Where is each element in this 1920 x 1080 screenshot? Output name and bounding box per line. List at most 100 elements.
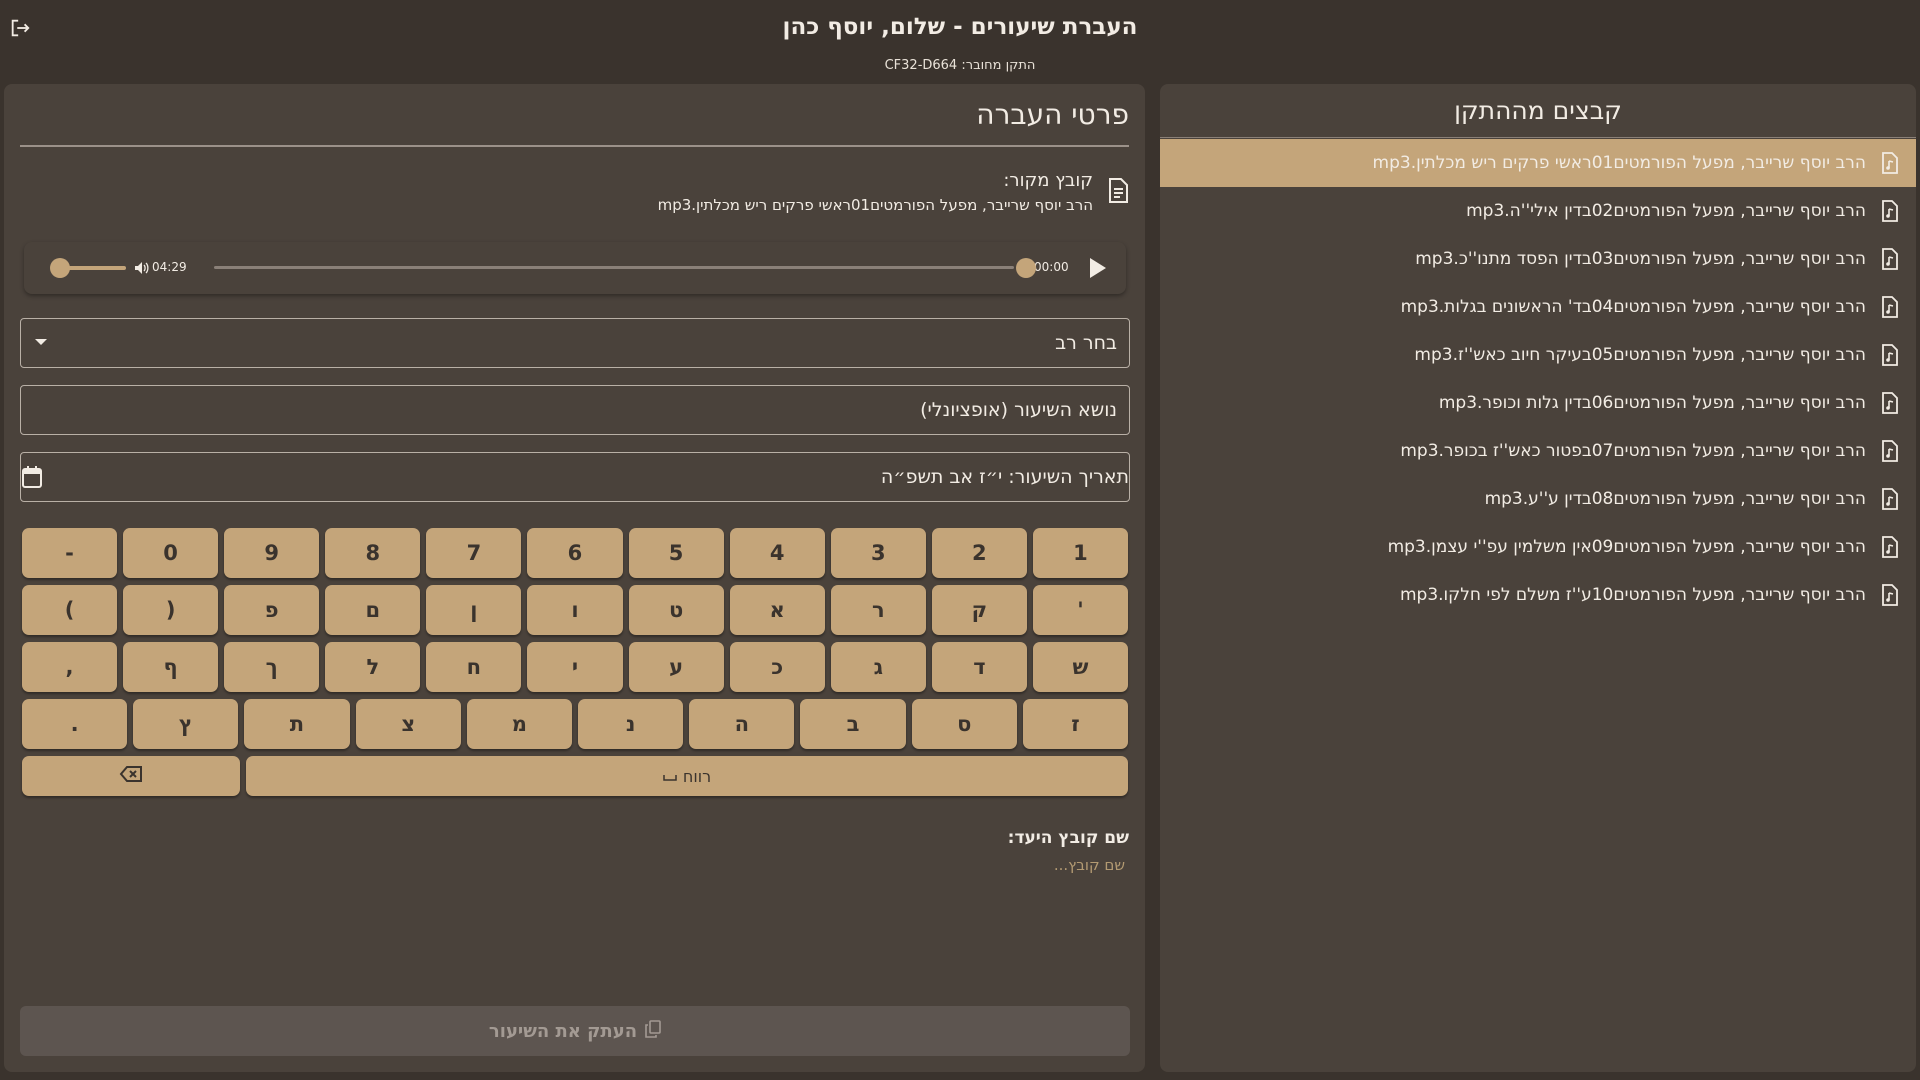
key[interactable]: 0 xyxy=(123,528,219,578)
key[interactable]: ' xyxy=(1032,585,1128,635)
key[interactable]: , xyxy=(21,642,118,692)
keyboard-row-5: רווח xyxy=(22,756,1128,806)
key[interactable]: ל xyxy=(325,642,421,692)
source-file-name: הרב יוסף שרייבר, מפעל הפורמטים01ראשי פרק… xyxy=(657,196,1093,214)
file-name: הרב יוסף שרייבר, מפעל הפורמטים09אין משלמ… xyxy=(1387,537,1866,557)
key[interactable]: ר xyxy=(830,585,926,635)
audio-player: 00:00 04:29 xyxy=(24,242,1126,294)
key[interactable]: . xyxy=(21,699,128,749)
key[interactable]: א xyxy=(729,585,825,635)
key[interactable]: ה xyxy=(689,699,795,749)
key[interactable]: 8 xyxy=(325,528,421,578)
date-field-text: תאריך השיעור: י״ז אב תשפ״ה xyxy=(880,466,1129,488)
key[interactable]: ) xyxy=(21,585,118,635)
play-icon[interactable] xyxy=(1086,256,1108,280)
key[interactable]: מ xyxy=(466,699,572,749)
key[interactable]: 7 xyxy=(426,528,522,578)
file-item[interactable]: הרב יוסף שרייבר, מפעל הפורמטים01ראשי פרק… xyxy=(1160,139,1916,187)
key[interactable]: ך xyxy=(224,642,320,692)
key[interactable]: 6 xyxy=(527,528,623,578)
key[interactable]: - xyxy=(21,528,118,578)
key[interactable]: ד xyxy=(931,642,1027,692)
key[interactable]: ש xyxy=(1032,642,1128,692)
key[interactable]: ן xyxy=(426,585,522,635)
copy-lesson-button[interactable]: העתק את השיעור xyxy=(20,1006,1130,1056)
calendar-icon[interactable] xyxy=(21,465,43,489)
audio-file-icon xyxy=(1880,152,1900,174)
file-name: הרב יוסף שרייבר, מפעל הפורמטים01ראשי פרק… xyxy=(1372,153,1866,173)
backspace-key[interactable] xyxy=(22,756,240,796)
duration-time: 04:29 xyxy=(152,260,187,274)
space-icon xyxy=(663,767,677,786)
audio-file-icon xyxy=(1880,248,1900,270)
file-name: הרב יוסף שרייבר, מפעל הפורמטים05בעיקר חי… xyxy=(1414,345,1866,365)
date-field[interactable]: תאריך השיעור: י״ז אב תשפ״ה xyxy=(20,452,1130,502)
device-files-panel: קבצים מההתקן הרב יוסף שרייבר, מפעל הפורמ… xyxy=(1160,84,1916,1072)
key[interactable]: ב xyxy=(800,699,906,749)
file-name: הרב יוסף שרייבר, מפעל הפורמטים07בפטור כא… xyxy=(1400,441,1866,461)
keyboard-row-4: ז ס ב ה נ מ צ ת ץ . xyxy=(21,699,1128,749)
key[interactable]: ט xyxy=(628,585,724,635)
seek-handle[interactable] xyxy=(1016,258,1036,278)
backspace-icon xyxy=(119,764,143,788)
rabbi-select[interactable]: בחר רב xyxy=(20,318,1130,368)
transfer-details-title: פרטי העברה xyxy=(976,98,1129,131)
volume-handle[interactable] xyxy=(50,258,70,278)
key[interactable]: ע xyxy=(628,642,724,692)
key[interactable]: נ xyxy=(577,699,684,749)
volume-icon[interactable] xyxy=(134,260,150,276)
audio-file-icon xyxy=(1880,200,1900,222)
file-item[interactable]: הרב יוסף שרייבר, מפעל הפורמטים05בעיקר חי… xyxy=(1160,331,1916,379)
topic-input[interactable]: נושא השיעור (אופציונלי) xyxy=(20,385,1130,435)
seek-slider[interactable] xyxy=(214,266,1014,269)
key[interactable]: ז xyxy=(1022,699,1128,749)
title-divider xyxy=(20,145,1129,147)
key[interactable]: ס xyxy=(911,699,1017,749)
audio-file-icon xyxy=(1880,440,1900,462)
rabbi-select-value: בחר רב xyxy=(1055,332,1117,354)
file-item[interactable]: הרב יוסף שרייבר, מפעל הפורמטים02בדין איל… xyxy=(1160,187,1916,235)
key[interactable]: ( xyxy=(123,585,219,635)
audio-file-icon xyxy=(1880,536,1900,558)
file-item[interactable]: הרב יוסף שרייבר, מפעל הפורמטים06בדין גלו… xyxy=(1160,379,1916,427)
file-item[interactable]: הרב יוסף שרייבר, מפעל הפורמטים04בד' הראש… xyxy=(1160,283,1916,331)
file-item[interactable]: הרב יוסף שרייבר, מפעל הפורמטים08בדין ע''… xyxy=(1160,475,1916,523)
audio-file-icon xyxy=(1880,488,1900,510)
key[interactable]: 5 xyxy=(628,528,724,578)
document-icon xyxy=(1107,178,1129,204)
transfer-details-panel: פרטי העברה קובץ מקור: הרב יוסף שרייבר, מ… xyxy=(4,84,1145,1072)
key[interactable]: ץ xyxy=(133,699,239,749)
current-time: 00:00 xyxy=(1034,260,1069,274)
key[interactable]: 2 xyxy=(931,528,1027,578)
keyboard-row-1: 1 2 3 4 5 6 7 8 9 0 - xyxy=(21,528,1128,578)
file-item[interactable]: הרב יוסף שרייבר, מפעל הפורמטים07בפטור כא… xyxy=(1160,427,1916,475)
key[interactable]: 1 xyxy=(1032,528,1128,578)
key[interactable]: ף xyxy=(123,642,219,692)
file-name: הרב יוסף שרייבר, מפעל הפורמטים03בדין הפס… xyxy=(1415,249,1866,269)
key[interactable]: י xyxy=(527,642,623,692)
app-header: העברת שיעורים - שלום, יוסף כהן התקן מחוב… xyxy=(0,0,1920,84)
key[interactable]: פ xyxy=(224,585,320,635)
key[interactable]: ם xyxy=(325,585,421,635)
file-item[interactable]: הרב יוסף שרייבר, מפעל הפורמטים03בדין הפס… xyxy=(1160,235,1916,283)
key[interactable]: 3 xyxy=(830,528,926,578)
file-item[interactable]: הרב יוסף שרייבר, מפעל הפורמטים09אין משלמ… xyxy=(1160,523,1916,571)
space-key[interactable]: רווח xyxy=(246,756,1128,796)
key[interactable]: צ xyxy=(355,699,461,749)
key[interactable]: ח xyxy=(426,642,522,692)
audio-file-icon xyxy=(1880,392,1900,414)
key[interactable]: 4 xyxy=(729,528,825,578)
target-file-input[interactable] xyxy=(525,854,1125,876)
files-divider xyxy=(1160,137,1916,138)
file-item[interactable]: הרב יוסף שרייבר, מפעל הפורמטים10ע''ז משל… xyxy=(1160,571,1916,619)
key[interactable]: כ xyxy=(729,642,825,692)
audio-file-icon xyxy=(1880,584,1900,606)
key[interactable]: ת xyxy=(244,699,350,749)
key[interactable]: ו xyxy=(527,585,623,635)
page-title: העברת שיעורים - שלום, יוסף כהן xyxy=(782,14,1138,40)
key[interactable]: 9 xyxy=(224,528,320,578)
key[interactable]: ק xyxy=(931,585,1027,635)
key[interactable]: ג xyxy=(830,642,926,692)
copy-button-label: העתק את השיעור xyxy=(488,1020,638,1042)
file-name: הרב יוסף שרייבר, מפעל הפורמטים06בדין גלו… xyxy=(1438,393,1866,413)
